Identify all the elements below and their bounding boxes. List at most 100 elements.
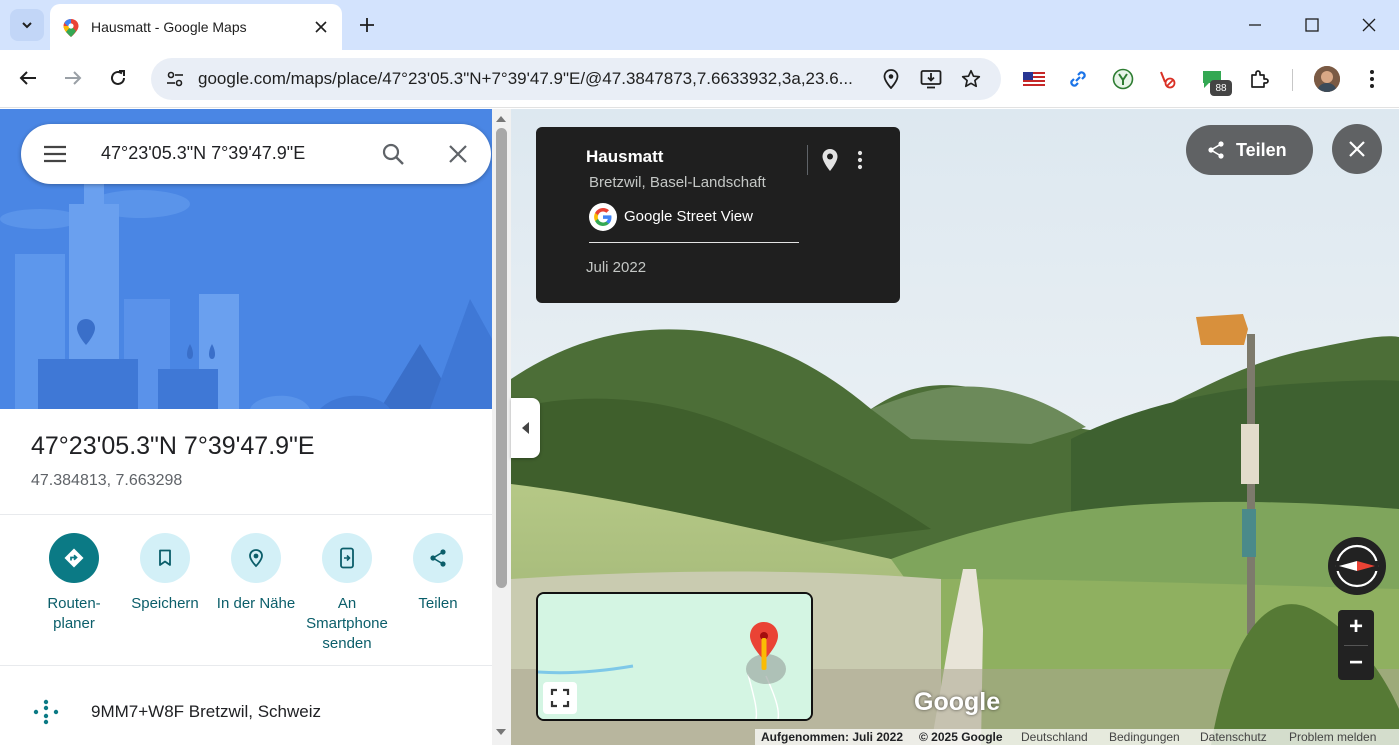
map-pin-icon — [822, 149, 838, 171]
mini-map[interactable] — [536, 592, 813, 721]
close-icon — [1349, 141, 1365, 157]
compass-button[interactable] — [1328, 537, 1386, 595]
action-label: Speichern — [131, 595, 199, 612]
location-pin-icon — [883, 69, 899, 89]
footer-copyright: © 2025 Google — [919, 730, 1003, 744]
close-icon — [449, 145, 467, 163]
tab-search-button[interactable] — [10, 9, 44, 41]
share-label: Teilen — [1236, 139, 1287, 160]
plus-icon — [360, 18, 374, 32]
action-share[interactable]: Teilen — [388, 533, 488, 614]
leaf-icon — [1112, 68, 1134, 90]
info-card-divider — [589, 242, 799, 243]
street-view-share-button[interactable]: Teilen — [1186, 125, 1313, 175]
location-button[interactable] — [879, 67, 903, 91]
more-vertical-icon — [857, 150, 863, 170]
fullscreen-icon — [550, 688, 570, 708]
close-icon — [315, 21, 327, 33]
extension-flag-button[interactable] — [1022, 67, 1046, 91]
arrow-right-icon — [65, 71, 82, 85]
menu-button[interactable] — [42, 142, 68, 166]
zoom-out-button[interactable]: − — [1338, 646, 1374, 680]
tab-bar: Hausmatt - Google Maps — [0, 0, 1399, 50]
info-card-subtitle: Bretzwil, Basel-Landschaft — [589, 174, 766, 191]
toolbar-separator — [1292, 69, 1293, 91]
extension-link-button[interactable] — [1066, 67, 1090, 91]
footer-terms-link[interactable]: Bedingungen — [1109, 730, 1180, 744]
new-tab-button[interactable] — [354, 12, 380, 38]
nearby-button[interactable] — [231, 533, 281, 583]
extension-green-button[interactable] — [1111, 67, 1135, 91]
close-street-view-button[interactable] — [1332, 124, 1382, 174]
browser-menu-button[interactable] — [1360, 67, 1384, 91]
tab-close-button[interactable] — [311, 17, 331, 37]
url-text[interactable]: google.com/maps/place/47°23'05.3"N+7°39'… — [198, 69, 853, 89]
search-box: 47°23'05.3"N 7°39'47.9"E — [21, 124, 491, 184]
hamburger-menu-icon — [44, 145, 66, 163]
zoom-in-button[interactable]: + — [1338, 610, 1374, 644]
google-logo-icon — [589, 203, 617, 231]
nearby-icon — [249, 549, 263, 568]
search-button[interactable] — [379, 140, 407, 168]
address-bar[interactable]: google.com/maps/place/47°23'05.3"N+7°39'… — [151, 58, 1001, 100]
plus-code-text[interactable]: 9MM7+W8F Bretzwil, Schweiz — [91, 702, 321, 722]
us-flag-icon — [1023, 72, 1045, 86]
place-title: 47°23'05.3"N 7°39'47.9"E — [31, 432, 315, 460]
action-label: Teilen — [418, 595, 458, 612]
minimize-button[interactable] — [1240, 10, 1270, 40]
footer-report-link[interactable]: Problem melden — [1289, 730, 1376, 744]
panel-scrollbar-thumb[interactable] — [496, 128, 507, 588]
scroll-up-arrow-icon[interactable] — [495, 114, 507, 124]
site-info-button[interactable] — [161, 65, 189, 93]
action-directions[interactable]: Routen- planer — [24, 533, 124, 634]
extensions-menu-button[interactable] — [1247, 67, 1271, 91]
directions-icon — [64, 548, 84, 568]
save-button[interactable] — [140, 533, 190, 583]
send-to-phone-icon — [340, 547, 354, 569]
extension-blocker-button[interactable] — [1155, 67, 1179, 91]
show-on-map-button[interactable] — [819, 147, 841, 173]
bookmark-star-button[interactable] — [959, 67, 983, 91]
profile-photo-icon — [1314, 66, 1340, 92]
collapse-panel-button[interactable] — [511, 398, 540, 458]
send-to-phone-button[interactable] — [322, 533, 372, 583]
footer-privacy-link[interactable]: Datenschutz — [1200, 730, 1267, 744]
forward-button[interactable] — [57, 62, 89, 94]
action-send-to-phone[interactable]: An Smartphone senden — [297, 533, 397, 654]
share-icon — [1208, 141, 1224, 159]
share-button[interactable] — [413, 533, 463, 583]
search-input[interactable]: 47°23'05.3"N 7°39'47.9"E — [101, 143, 305, 164]
action-save[interactable]: Speichern — [115, 533, 215, 614]
link-icon — [1070, 71, 1086, 87]
mini-map-expand-button[interactable] — [543, 682, 577, 714]
browser-tab-active[interactable]: Hausmatt - Google Maps — [50, 4, 342, 50]
puzzle-icon — [1251, 70, 1269, 88]
plus-code-icon — [31, 697, 61, 727]
mini-map-image — [538, 594, 811, 719]
extension-badge: 88 — [1210, 80, 1232, 96]
blocker-icon — [1160, 71, 1176, 89]
maximize-button[interactable] — [1297, 10, 1327, 40]
install-app-button[interactable] — [919, 67, 943, 91]
plus-code-icon — [33, 699, 59, 725]
back-button[interactable] — [12, 62, 44, 94]
clear-search-button[interactable] — [444, 140, 472, 168]
footer-captured: Aufgenommen: Juli 2022 — [761, 730, 904, 744]
divider — [0, 665, 492, 666]
star-icon — [961, 69, 981, 88]
street-view-info-card: Hausmatt Bretzwil, Basel-Landschaft Goog… — [536, 127, 900, 303]
profile-avatar[interactable] — [1314, 66, 1340, 92]
scroll-down-arrow-icon[interactable] — [495, 727, 507, 737]
info-card-more-button[interactable] — [852, 147, 868, 173]
divider — [0, 514, 492, 515]
footer-country[interactable]: Deutschland — [1021, 730, 1088, 744]
install-icon — [920, 70, 942, 89]
tune-icon — [167, 71, 183, 87]
action-nearby[interactable]: In der Nähe — [206, 533, 306, 614]
directions-button[interactable] — [49, 533, 99, 583]
share-icon — [430, 549, 446, 567]
info-card-separator — [807, 145, 808, 175]
window-close-button[interactable] — [1354, 10, 1384, 40]
reload-button[interactable] — [102, 62, 134, 94]
capture-date: Juli 2022 — [586, 259, 647, 276]
